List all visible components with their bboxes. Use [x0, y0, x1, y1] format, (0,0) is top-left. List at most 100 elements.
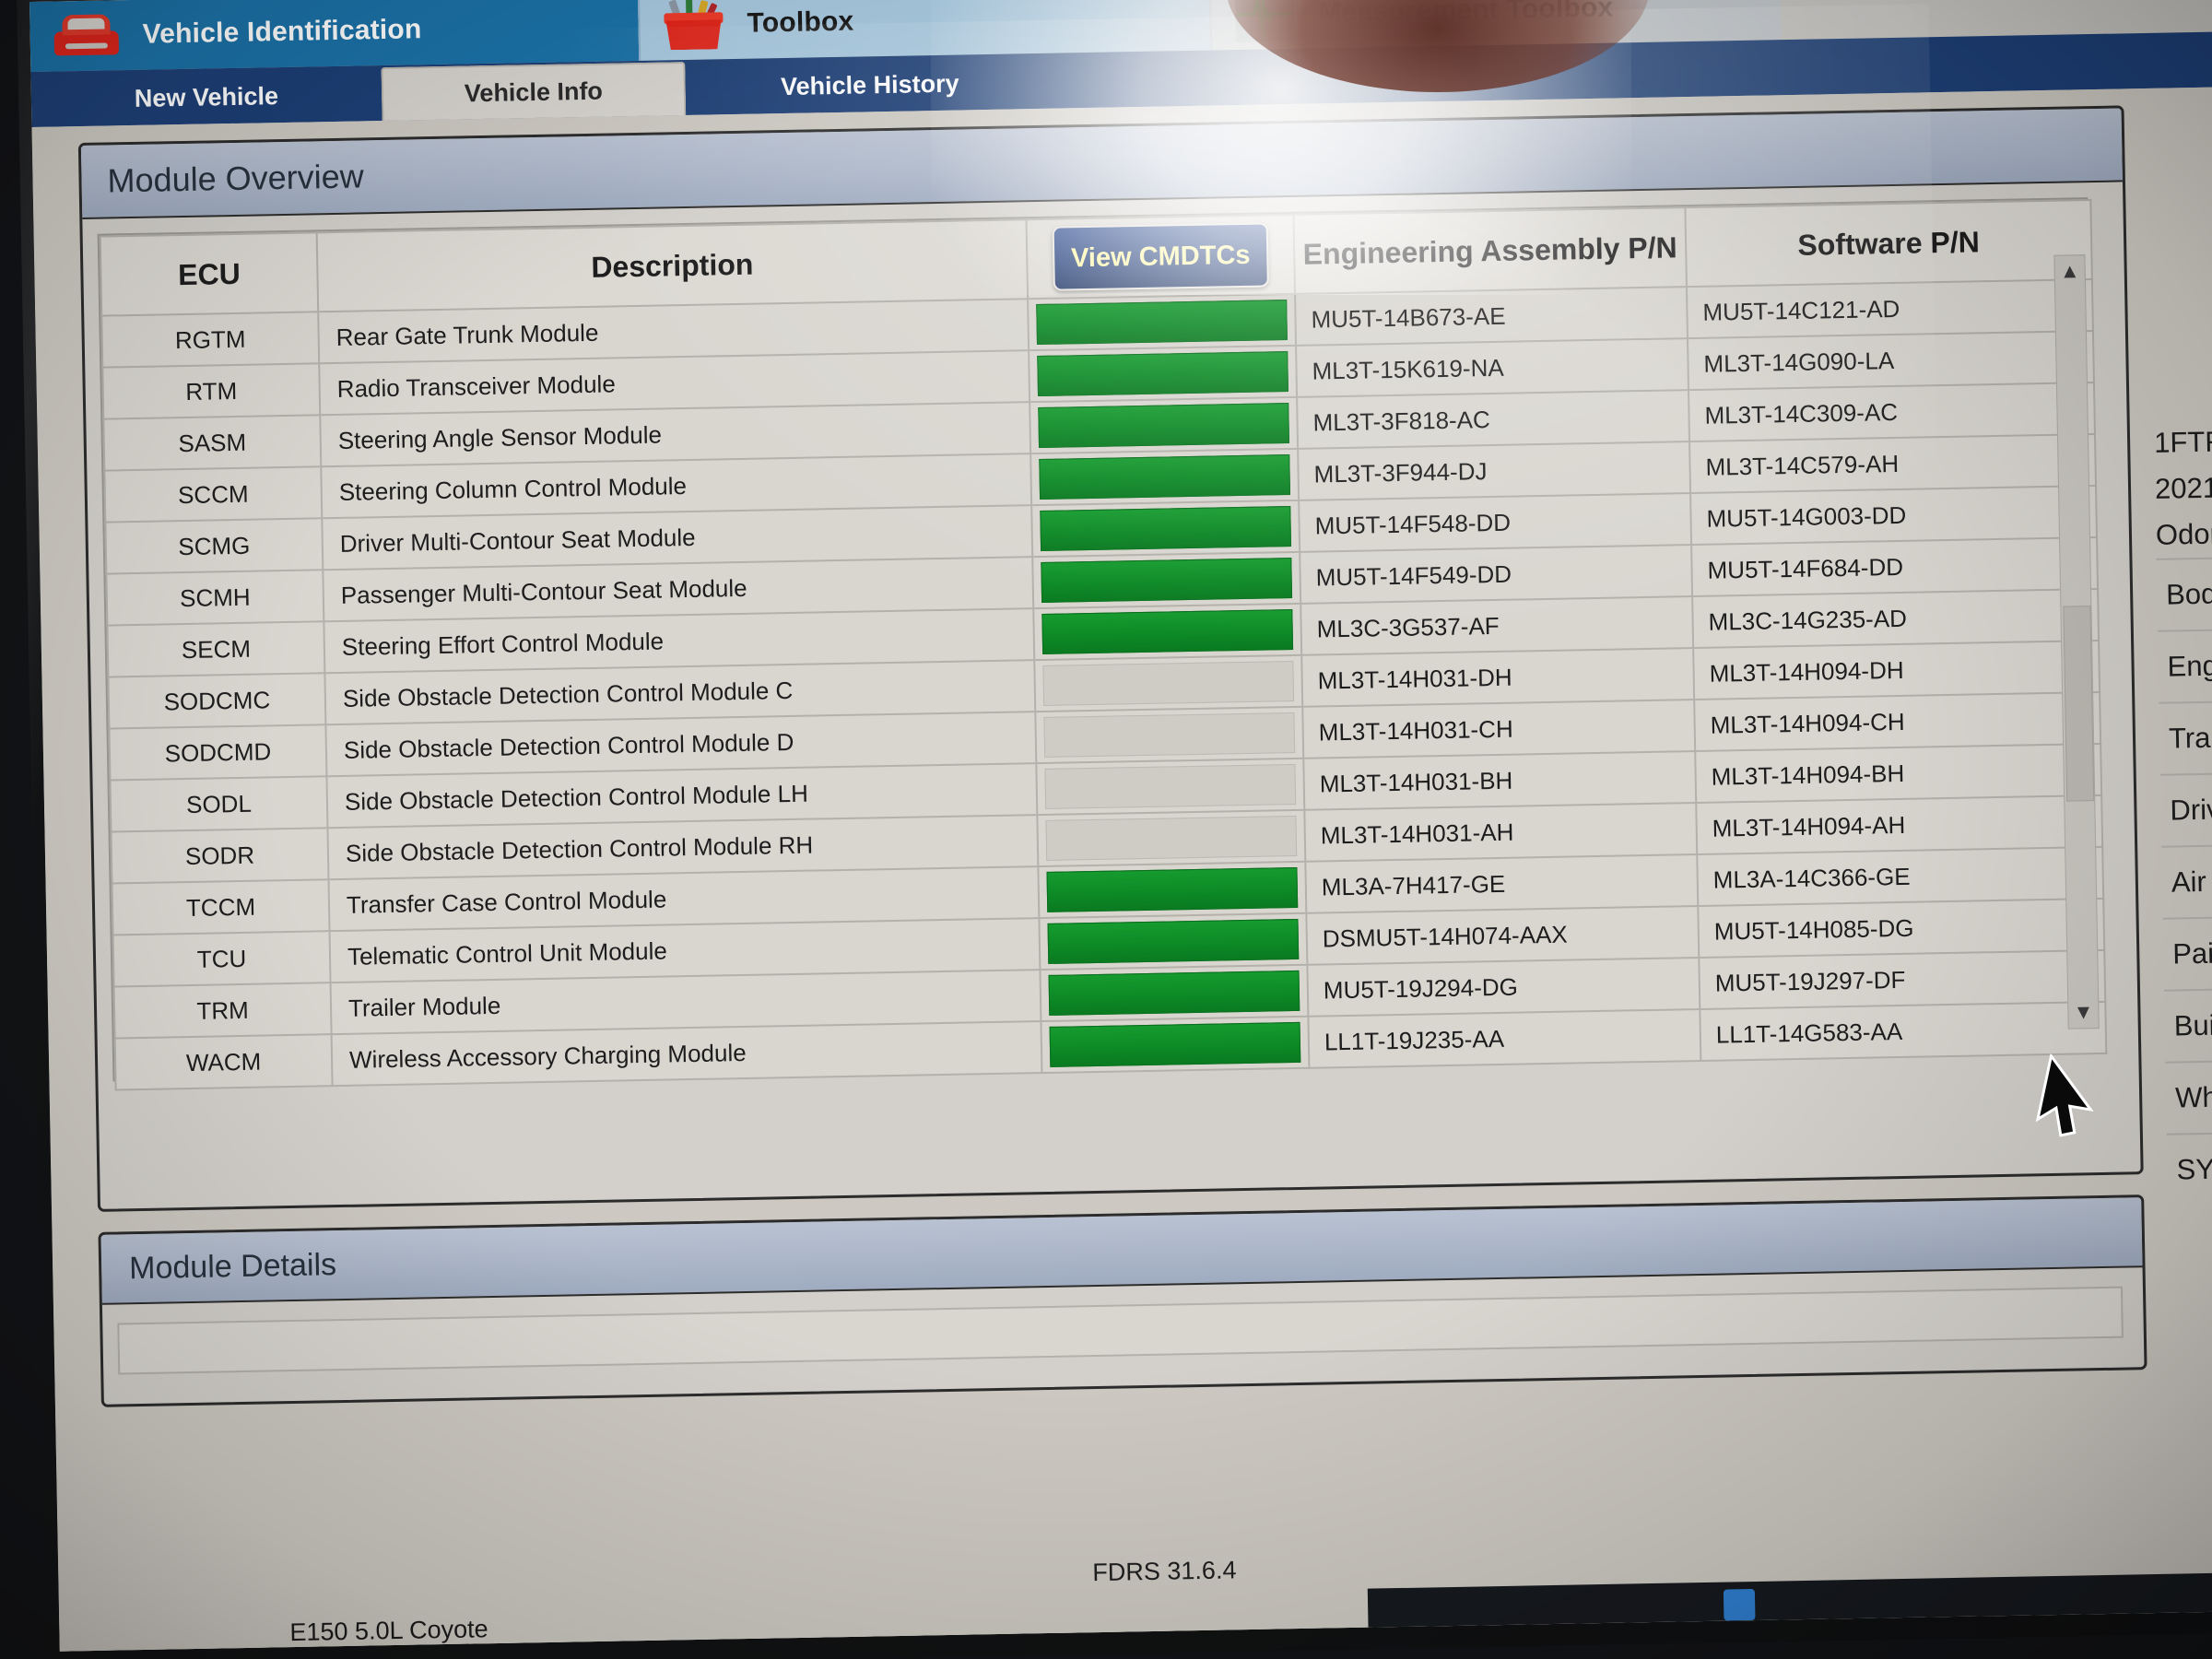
cell-ecu: SODR	[112, 828, 329, 883]
column-header-description[interactable]: Description	[317, 219, 1028, 312]
cell-engineering-pn: MU5T-14F549-DD	[1300, 545, 1692, 604]
module-details-panel: Module Details	[98, 1194, 2147, 1407]
module-overview-panel: Module Overview ECU Description Vi	[78, 105, 2144, 1211]
cell-engineering-pn: MU5T-14F548-DD	[1299, 493, 1691, 552]
car-icon	[53, 14, 119, 57]
cell-ecu: SASM	[103, 415, 321, 470]
cell-status[interactable]	[1031, 500, 1300, 557]
photographed-screen: Vehicle Identification Toolbox Measureme…	[0, 0, 2212, 1659]
cell-software-pn: ML3T-14C309-AC	[1688, 382, 2095, 441]
module-details-field[interactable]	[117, 1287, 2124, 1375]
cell-software-pn: ML3T-14G090-LA	[1688, 331, 2094, 390]
details-title-text: Module Details	[129, 1247, 337, 1287]
status-indicator	[1042, 661, 1294, 706]
module-table-container[interactable]: ECU Description View CMDTCs Engineering …	[98, 197, 2103, 1081]
cell-ecu: RGTM	[101, 312, 319, 367]
vehicle-spec-label: SYNC	[2176, 1152, 2212, 1187]
cell-ecu: TCCM	[112, 879, 330, 935]
module-overview-table: ECU Description View CMDTCs Engineering …	[100, 199, 2108, 1090]
vehicle-spec-label: Drive	[2170, 793, 2212, 827]
cell-engineering-pn: MU5T-14B673-AE	[1295, 287, 1688, 346]
panel-title-text: Module Overview	[107, 157, 364, 200]
tab-vehicle-history[interactable]: Vehicle History	[685, 55, 1054, 115]
status-indicator	[1038, 403, 1289, 448]
cell-status[interactable]	[1033, 604, 1301, 660]
cell-software-pn: ML3T-14C579-AH	[1689, 434, 2096, 493]
cell-software-pn: MU5T-14G003-DD	[1690, 486, 2097, 545]
cell-software-pn: MU5T-14C121-AD	[1687, 279, 2093, 338]
cell-status[interactable]	[1030, 397, 1298, 453]
status-indicator	[1036, 300, 1288, 345]
column-header-engineering-pn[interactable]: Engineering Assembly P/N	[1293, 207, 1687, 294]
cell-engineering-pn: DSMU5T-14H074-AAX	[1306, 906, 1699, 965]
cell-status[interactable]	[1036, 759, 1304, 815]
cell-status[interactable]	[1030, 449, 1299, 505]
cell-engineering-pn: ML3T-3F818-AC	[1297, 390, 1689, 449]
scroll-down-icon[interactable]: ▼	[2068, 996, 2099, 1029]
vehicle-spec-label: Engin	[2167, 649, 2212, 683]
toolbox-icon	[664, 0, 724, 50]
cell-ecu: SCMG	[105, 518, 323, 573]
cell-engineering-pn: ML3A-7H417-GE	[1305, 854, 1698, 913]
cell-status[interactable]	[1034, 655, 1302, 712]
cell-engineering-pn: MU5T-19J294-DG	[1307, 958, 1700, 1017]
status-indicator	[1037, 351, 1288, 396]
cell-software-pn: ML3T-14H094-DH	[1693, 641, 2100, 700]
vehicle-info-sidebar: 1FTFW 2021 F Odome BodyEnginTransDriveAi…	[2154, 417, 2212, 1206]
app-tab-label: Toolbox	[747, 6, 853, 40]
vehicle-spec-label: Body	[2166, 577, 2212, 611]
vehicle-spec-row: Trans	[2159, 699, 2212, 774]
cell-ecu: SODCMC	[108, 673, 325, 728]
cell-engineering-pn: ML3T-14H031-BH	[1303, 751, 1696, 810]
cell-ecu: SECM	[107, 621, 324, 677]
cell-engineering-pn: ML3T-14H031-AH	[1304, 803, 1697, 862]
tab-label: Vehicle Info	[465, 76, 604, 108]
vehicle-spec-row: Build	[2164, 986, 2212, 1062]
status-indicator	[1041, 609, 1293, 654]
cell-status[interactable]	[1028, 294, 1296, 350]
column-header-cmdtcs: View CMDTCs	[1027, 215, 1296, 299]
cell-engineering-pn: ML3T-3F944-DJ	[1298, 441, 1690, 500]
cell-status[interactable]	[1041, 1017, 1309, 1073]
tab-new-vehicle[interactable]: New Vehicle	[30, 67, 382, 127]
vehicle-spec-label: Build	[2173, 1008, 2212, 1042]
status-indicator	[1050, 1022, 1301, 1067]
status-indicator	[1049, 971, 1300, 1016]
vehicle-spec-label: Trans	[2169, 721, 2212, 755]
table-body: RGTMRear Gate Trunk ModuleMU5T-14B673-AE…	[101, 279, 2106, 1089]
column-header-ecu[interactable]: ECU	[100, 232, 319, 315]
cell-software-pn: MU5T-14F684-DD	[1691, 537, 2098, 596]
scrollbar-thumb[interactable]	[2063, 606, 2094, 802]
cell-software-pn: ML3A-14C366-GE	[1697, 847, 2103, 906]
tab-label: New Vehicle	[135, 82, 279, 113]
year-model-text: 2021 F	[2155, 463, 2212, 512]
cell-status[interactable]	[1038, 862, 1306, 918]
view-cmdtcs-button[interactable]: View CMDTCs	[1053, 222, 1269, 290]
vehicle-spec-row: Engin	[2158, 627, 2212, 702]
cell-status[interactable]	[1029, 346, 1297, 402]
cell-engineering-pn: ML3T-14H031-CH	[1302, 700, 1695, 759]
cell-ecu: TRM	[114, 982, 332, 1038]
scroll-up-icon[interactable]: ▲	[2054, 255, 2085, 288]
cell-ecu: SCMH	[106, 570, 324, 625]
cell-ecu: WACM	[115, 1034, 333, 1089]
waveform-icon	[1235, 0, 1295, 42]
cell-engineering-pn: ML3C-3G537-AF	[1300, 596, 1693, 655]
column-header-software-pn[interactable]: Software P/N	[1685, 200, 2092, 287]
taskbar-app-icon[interactable]	[1724, 1589, 1756, 1621]
cell-status[interactable]	[1032, 552, 1300, 608]
cell-status[interactable]	[1039, 913, 1307, 970]
app-tab-label: Vehicle Identification	[142, 14, 421, 51]
status-indicator	[1046, 867, 1298, 912]
app-tab-vehicle-identification[interactable]: Vehicle Identification	[29, 0, 639, 72]
vehicle-spec-row: Drive	[2160, 771, 2212, 846]
status-indicator	[1043, 712, 1295, 758]
cell-status[interactable]	[1040, 965, 1308, 1021]
tab-vehicle-info[interactable]: Vehicle Info	[381, 62, 686, 121]
cell-software-pn: MU5T-14H085-DG	[1698, 899, 2104, 958]
cell-status[interactable]	[1035, 707, 1303, 763]
cell-status[interactable]	[1037, 810, 1305, 866]
cell-software-pn: ML3T-14H094-CH	[1694, 692, 2100, 751]
vehicle-spec-list: BodyEnginTransDriveAir CoPaintBuild Whee…	[2156, 555, 2212, 1206]
taskbar-vehicle-text: E150 5.0L Coyote	[289, 1615, 488, 1647]
